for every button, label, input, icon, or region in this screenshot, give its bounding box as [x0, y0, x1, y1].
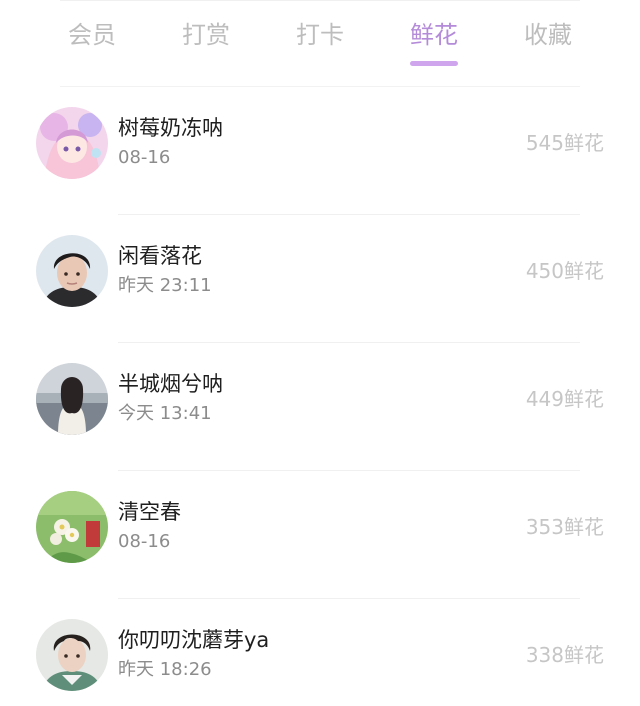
flowers-green-avatar[interactable]: [36, 491, 108, 563]
list-item[interactable]: 半城烟兮呐 今天 13:41 449鲜花: [0, 343, 640, 471]
flower-amount: 545鲜花: [525, 131, 604, 155]
tab-checkin[interactable]: 打卡: [280, 18, 360, 52]
gift-time: 今天 13:41: [118, 403, 212, 424]
tab-reward[interactable]: 打赏: [166, 18, 246, 52]
gift-time: 昨天 23:11: [118, 275, 212, 296]
tab-favorites[interactable]: 收藏: [508, 18, 588, 52]
user-name[interactable]: 半城烟兮呐: [118, 370, 223, 398]
list-item[interactable]: 清空春 08-16 353鲜花: [0, 471, 640, 599]
flower-amount: 449鲜花: [525, 387, 604, 411]
list-item[interactable]: 闲看落花 昨天 23:11 450鲜花: [0, 215, 640, 343]
user-name[interactable]: 闲看落花: [118, 242, 202, 270]
tab-bar: 会员 打赏 打卡 鲜花 收藏: [0, 0, 640, 86]
young-man-avatar[interactable]: [36, 235, 108, 307]
young-man-curly-avatar[interactable]: [36, 619, 108, 691]
gift-time: 08-16: [118, 531, 171, 552]
gift-time: 08-16: [118, 147, 171, 168]
active-tab-indicator: [410, 61, 458, 66]
user-name[interactable]: 清空春: [118, 498, 181, 526]
list-item[interactable]: 你叨叨沈蘑芽ya 昨天 18:26 338鲜花: [0, 599, 640, 706]
gift-time: 昨天 18:26: [118, 659, 212, 680]
anime-girl-pink-avatar[interactable]: [36, 107, 108, 179]
list-item[interactable]: 树莓奶冻呐 08-16 545鲜花: [0, 87, 640, 215]
tab-flowers[interactable]: 鲜花: [394, 18, 474, 52]
user-name[interactable]: 你叨叨沈蘑芽ya: [118, 626, 269, 654]
tab-member[interactable]: 会员: [52, 18, 132, 52]
user-name[interactable]: 树莓奶冻呐: [118, 114, 223, 142]
flower-ranking-screen: 会员 打赏 打卡 鲜花 收藏 树莓奶冻呐 08-16 545鲜花 闲看落花 昨天…: [0, 0, 640, 706]
girl-back-view-avatar[interactable]: [36, 363, 108, 435]
flower-amount: 450鲜花: [525, 259, 604, 283]
flower-amount: 338鲜花: [525, 643, 604, 667]
flower-amount: 353鲜花: [525, 515, 604, 539]
